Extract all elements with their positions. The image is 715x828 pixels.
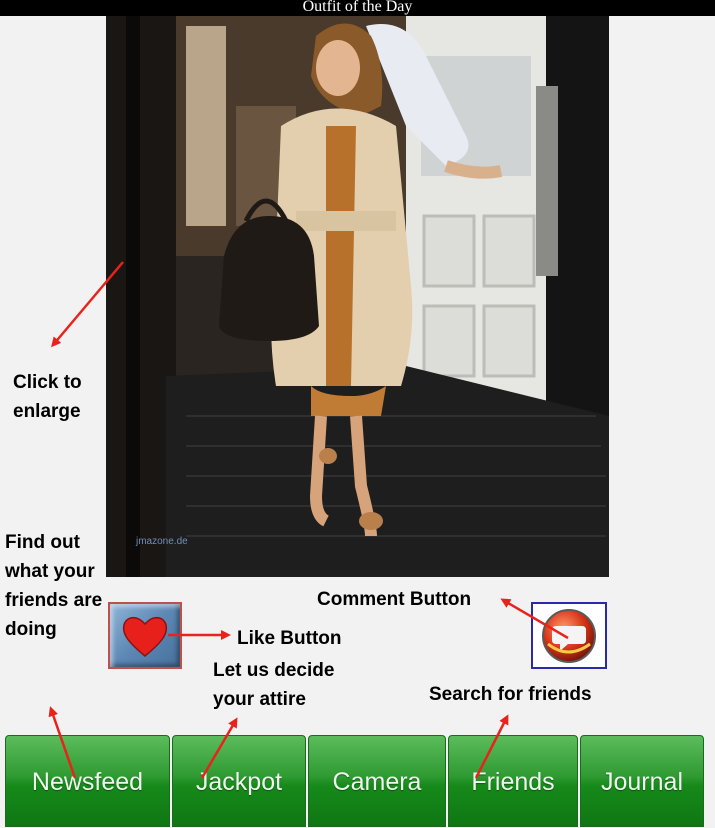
comment-button[interactable]: [531, 602, 607, 669]
nav-friends-button[interactable]: Friends: [448, 735, 578, 827]
photo-watermark: jmazone.de: [135, 536, 188, 547]
speech-bubble-icon: [542, 609, 596, 663]
heart-icon: [122, 617, 168, 657]
annotation-like-button: Like Button: [237, 628, 342, 649]
nav-newsfeed-button[interactable]: Newsfeed: [5, 735, 170, 827]
annotation-comment-button: Comment Button: [317, 589, 472, 610]
nav-journal-button[interactable]: Journal: [580, 735, 704, 827]
annotation-let-us-decide: Let us decide your attire: [213, 660, 335, 710]
outfit-photo[interactable]: jmazone.de: [106, 16, 609, 577]
annotation-search-for-friends: Search for friends: [429, 684, 592, 705]
bottom-nav: Newsfeed Jackpot Camera Friends Journal: [5, 735, 705, 827]
nav-jackpot-button[interactable]: Jackpot: [172, 735, 306, 827]
annotation-click-to-enlarge: Click to enlarge: [13, 372, 82, 422]
nav-camera-button[interactable]: Camera: [308, 735, 446, 827]
annotation-find-out-friends: Find out what your friends are doing: [5, 532, 103, 640]
like-button[interactable]: [108, 602, 182, 669]
app-title: Outfit of the Day: [0, 0, 715, 16]
